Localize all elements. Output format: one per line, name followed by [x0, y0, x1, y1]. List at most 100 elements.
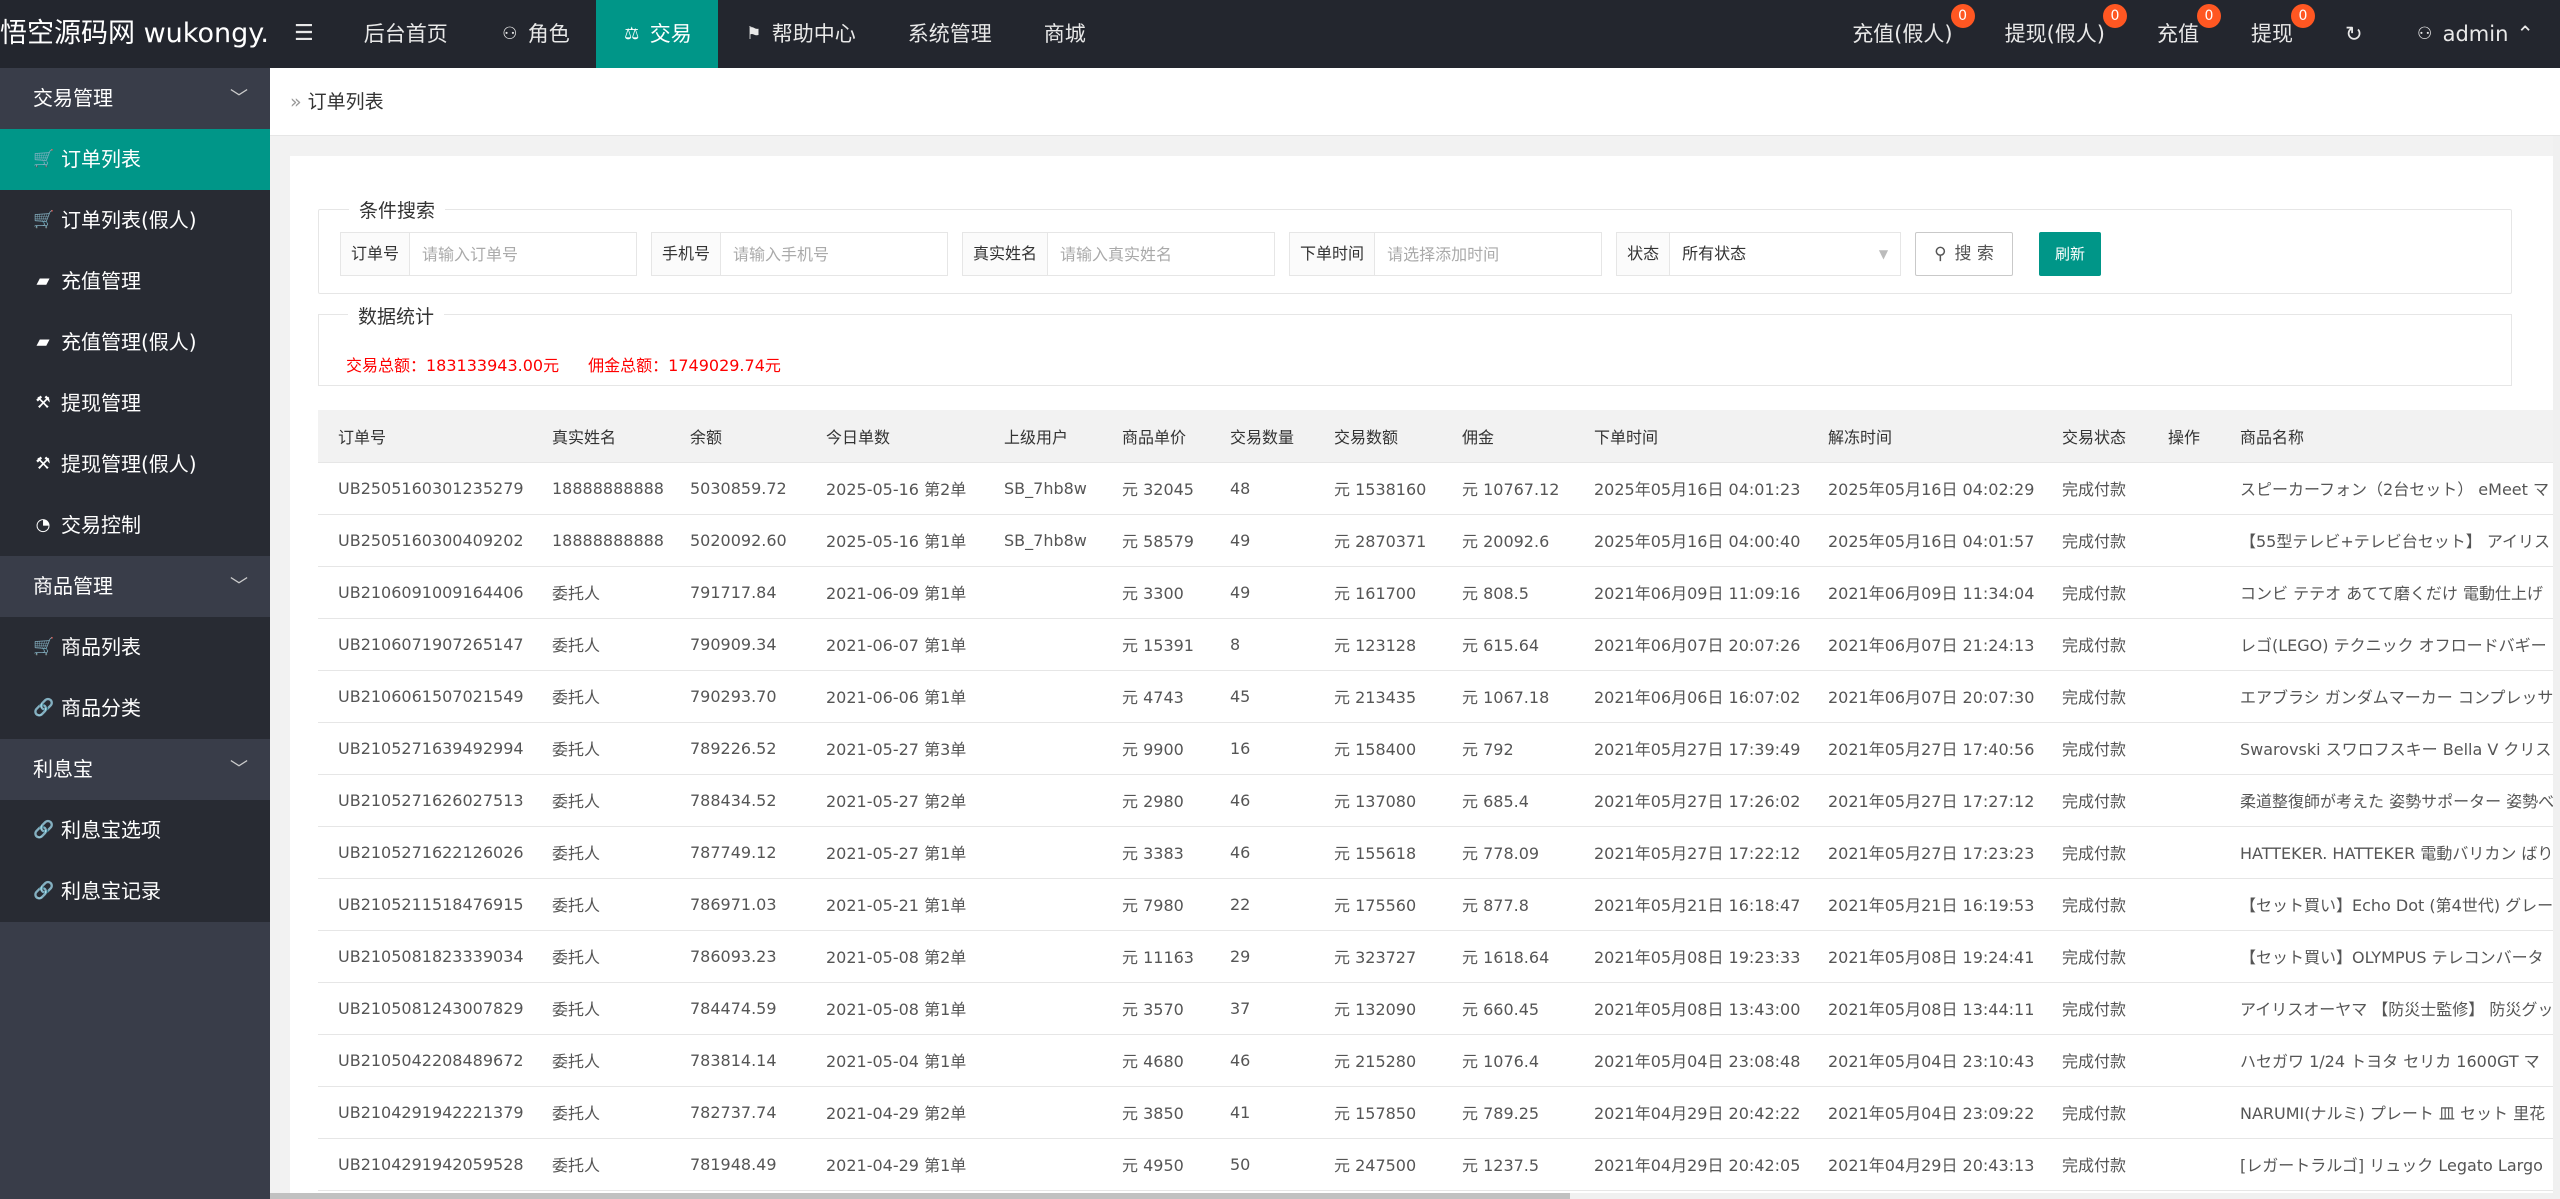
table-cell: 784474.59 — [670, 982, 806, 1035]
table-cell: 48 — [1210, 462, 1314, 515]
hammer-icon: ⚒ — [35, 454, 51, 474]
table-cell: 元 215280 — [1314, 1034, 1442, 1087]
sidebar-item-interest-records[interactable]: 🔗 利息宝记录 — [0, 861, 270, 922]
nav-item-trade[interactable]: ⚖ 交易 — [595, 0, 718, 68]
table-cell: 790909.34 — [670, 618, 806, 671]
table-row[interactable]: UB2105081823339034 委托人 786093.23 2021-05-08… — [318, 930, 2560, 983]
scrollbar-thumb[interactable] — [270, 1193, 1570, 1199]
table-row[interactable]: UB2105271626027513 委托人 788434.52 2021-05-27… — [318, 774, 2560, 827]
table-row[interactable]: UB2104291942059528 委托人 781948.49 2021-04-29… — [318, 1138, 2560, 1191]
nav-item-mall[interactable]: 商城 — [1018, 0, 1112, 68]
table-cell: UB2105081243007829 — [318, 982, 532, 1035]
recharge-link[interactable]: 充值 0 — [2131, 0, 2225, 68]
table-row[interactable]: UB2505160301235279 18888888888 5030859.72 2… — [318, 462, 2560, 515]
table-cell — [984, 566, 1102, 619]
table-cell: 46 — [1210, 1034, 1314, 1087]
sidebar-item-order-list-fake[interactable]: 🛒 订单列表(假人) — [0, 190, 270, 251]
table-cell: 元 7980 — [1102, 878, 1210, 931]
order-no-input[interactable] — [410, 233, 637, 275]
column-header: 佣金 — [1442, 410, 1574, 463]
search-icon: ⚲ — [1934, 244, 1947, 264]
vertical-scrollbar[interactable] — [2553, 136, 2560, 1199]
sidebar-group-goods[interactable]: 商品管理 ﹀ — [0, 556, 270, 617]
table-row[interactable]: UB2106091009164406 委托人 791717.84 2021-06-09… — [318, 566, 2560, 619]
table-cell — [2148, 774, 2220, 827]
user-menu[interactable]: ⚇ admin ⌃ — [2389, 0, 2560, 68]
orders-table-wrap[interactable]: 订单号 真实姓名 余额 今日单数 上级用户 商品单价 交易数量 交易数额 佣金 下单时间 解冻时间交… — [318, 410, 2560, 1199]
table-row[interactable]: UB2106061507021549 委托人 790293.70 2021-06-06… — [318, 670, 2560, 723]
table-cell — [2148, 670, 2220, 723]
horizontal-scrollbar[interactable] — [270, 1193, 2560, 1199]
table-row[interactable]: UB2505160300409202 18888888888 5020092.60 2… — [318, 514, 2560, 567]
table-cell: 50 — [1210, 1138, 1314, 1191]
table-row[interactable]: UB2105042208489672 委托人 783814.14 2021-05-04… — [318, 1034, 2560, 1087]
sidebar-item-goods-category[interactable]: 🔗 商品分类 — [0, 678, 270, 739]
nav-item-help[interactable]: ⚑ 帮助中心 — [718, 0, 882, 68]
table-row[interactable]: UB2105271639492994 委托人 789226.52 2021-05-27… — [318, 722, 2560, 775]
sidebar-item-interest-options[interactable]: 🔗 利息宝选项 — [0, 800, 270, 861]
table-row[interactable]: UB2105271622126026 委托人 787749.12 2021-05-27… — [318, 826, 2560, 879]
withdraw-fake-link[interactable]: 提现(假人) 0 — [1979, 0, 2131, 68]
table-cell: 【55型テレビ+テレビ台セット】 アイリス — [2220, 514, 2560, 567]
table-cell: 元 157850 — [1314, 1086, 1442, 1139]
status-select[interactable]: 所有状态 ▼ — [1670, 233, 1900, 275]
sidebar-item-goods-list[interactable]: 🛒 商品列表 — [0, 617, 270, 678]
table-cell: 2021-05-08 第2单 — [806, 930, 984, 983]
table-cell: アイリスオーヤマ 【防災士監修】 防災グッ — [2220, 982, 2560, 1035]
cart-icon: 🛒 — [33, 149, 55, 169]
sidebar-item-recharge-fake[interactable]: ▰ 充值管理(假人) — [0, 312, 270, 373]
table-cell: 781948.49 — [670, 1138, 806, 1191]
table-cell: 5020092.60 — [670, 514, 806, 567]
phone-input[interactable] — [721, 233, 948, 275]
table-cell: HATTEKER. HATTEKER 電動バリカン ばり — [2220, 826, 2560, 879]
table-cell — [2148, 1138, 2220, 1191]
app-logo[interactable]: 悟空源码网 wukongy... — [0, 0, 270, 68]
table-cell — [984, 670, 1102, 723]
table-cell: 元 1067.18 — [1442, 670, 1574, 723]
table-cell: 2021年05月21日 16:18:47 — [1574, 878, 1808, 931]
nav-item-role[interactable]: ⚇ 角色 — [474, 0, 596, 68]
table-cell: 元 2980 — [1102, 774, 1210, 827]
table-row[interactable]: UB2105211518476915 委托人 786971.03 2021-05-21… — [318, 878, 2560, 931]
sidebar-group-interest[interactable]: 利息宝 ﹀ — [0, 739, 270, 800]
table-cell: 2021年06月07日 20:07:30 — [1808, 670, 2042, 723]
order-time-field: 下单时间 — [1289, 232, 1603, 276]
sidebar-item-order-list[interactable]: 🛒 订单列表 — [0, 129, 270, 190]
table-cell: 789226.52 — [670, 722, 806, 775]
table-row[interactable]: UB2106071907265147 委托人 790909.34 2021-06-07… — [318, 618, 2560, 671]
hamburger-icon: ☰ — [294, 21, 314, 46]
table-cell: 元 1538160 — [1314, 462, 1442, 515]
table-cell — [984, 618, 1102, 671]
count-badge: 0 — [2102, 4, 2127, 28]
table-row[interactable]: UB2105081243007829 委托人 784474.59 2021-05-08… — [318, 982, 2560, 1035]
sidebar-item-recharge[interactable]: ▰ 充值管理 — [0, 251, 270, 312]
table-cell: 18888888888 — [532, 462, 670, 515]
table-cell: 完成付款 — [2042, 1086, 2148, 1139]
menu-toggle-button[interactable]: ☰ — [270, 0, 338, 68]
refresh-button[interactable]: ↻ — [2319, 0, 2389, 68]
sidebar-item-withdraw[interactable]: ⚒ 提现管理 — [0, 373, 270, 434]
nav-item-home[interactable]: 后台首页 — [338, 0, 474, 68]
withdraw-link[interactable]: 提现 0 — [2225, 0, 2319, 68]
table-cell: エアブラシ ガンダムマーカー コンプレッサ — [2220, 670, 2560, 723]
table-cell: 完成付款 — [2042, 982, 2148, 1035]
table-cell: 元 778.09 — [1442, 826, 1574, 879]
table-cell: 元 3570 — [1102, 982, 1210, 1035]
recharge-fake-link[interactable]: 充值(假人) 0 — [1826, 0, 1978, 68]
realname-input[interactable] — [1048, 233, 1275, 275]
sidebar-item-trade-control[interactable]: ◔ 交易控制 — [0, 495, 270, 556]
sidebar-item-withdraw-fake[interactable]: ⚒ 提现管理(假人) — [0, 434, 270, 495]
table-cell: 元 685.4 — [1442, 774, 1574, 827]
table-cell: 元 15391 — [1102, 618, 1210, 671]
search-button[interactable]: ⚲ 搜 索 — [1915, 232, 2013, 276]
nav-item-system[interactable]: 系统管理 — [882, 0, 1018, 68]
refresh-list-button[interactable]: 刷新 — [2038, 232, 2101, 276]
double-chevron-right-icon: » — [290, 91, 302, 113]
order-time-input[interactable] — [1375, 233, 1602, 275]
table-row[interactable]: UB2104291942221379 委托人 782737.74 2021-04-29… — [318, 1086, 2560, 1139]
sidebar-group-trade[interactable]: 交易管理 ﹀ — [0, 68, 270, 129]
table-cell: 元 213435 — [1314, 670, 1442, 723]
stats-line: 交易总额：183133943.00元 佣金总额：1749029.74元 — [346, 352, 805, 376]
hammer-icon: ⚒ — [35, 393, 51, 413]
table-cell: 委托人 — [532, 774, 670, 827]
